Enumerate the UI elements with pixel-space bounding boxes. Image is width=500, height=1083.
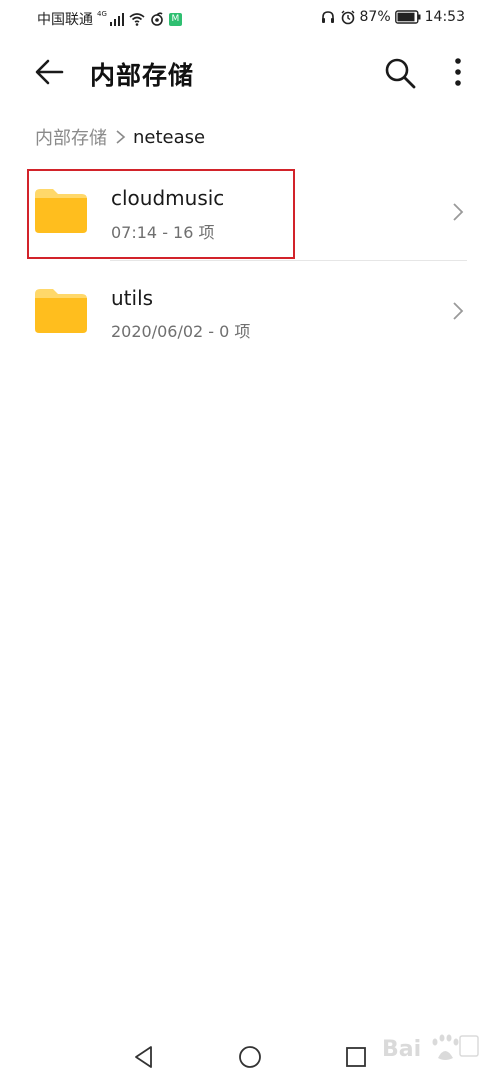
- status-right: 87% 14:53: [320, 9, 465, 25]
- more-vert-icon[interactable]: [446, 56, 470, 90]
- headphone-icon: [321, 11, 334, 23]
- folder-meta: 07:14 - 16 项: [111, 223, 215, 242]
- baidu-watermark-logo: Bai: [382, 1034, 479, 1062]
- breadcrumb-root[interactable]: 内部存储: [35, 124, 107, 150]
- status-bar: 中国联通 4G M 87% 14:53: [0, 0, 500, 34]
- folder-icon: [35, 189, 87, 233]
- clock-time: 14:53: [424, 9, 465, 25]
- list-divider: [110, 260, 467, 261]
- wifi-icon: [129, 13, 145, 26]
- breadcrumb: 内部存储 netease: [35, 124, 205, 150]
- mi-notification-icon: M: [168, 12, 182, 26]
- folder-icon: [35, 289, 87, 333]
- battery-icon: [394, 10, 421, 24]
- folder-name: cloudmusic: [111, 186, 225, 210]
- carrier-label: 中国联通: [37, 12, 93, 28]
- battery-percent: 87%: [359, 9, 391, 25]
- breadcrumb-current: netease: [133, 126, 206, 148]
- folder-meta: 2020/06/02 - 0 项: [111, 322, 251, 341]
- status-left: 中国联通 4G M: [37, 9, 182, 29]
- network-type-label: 4G: [97, 10, 107, 18]
- svg-text:Bai: Bai: [382, 1037, 421, 1062]
- nav-back-icon[interactable]: [131, 1044, 157, 1070]
- back-arrow-icon[interactable]: [32, 54, 68, 90]
- alarm-icon: [341, 10, 355, 25]
- chevron-right-icon: [453, 203, 464, 221]
- swirl-app-icon: [151, 12, 163, 26]
- page-title: 内部存储: [90, 61, 195, 90]
- list-item-utils[interactable]: utils 2020/06/02 - 0 项: [0, 263, 500, 363]
- folder-name: utils: [111, 286, 154, 310]
- signal-icon: [109, 13, 124, 26]
- nav-recents-icon[interactable]: [343, 1044, 369, 1070]
- nav-home-icon[interactable]: [237, 1044, 263, 1070]
- app-bar: 内部存储: [0, 40, 500, 106]
- chevron-right-icon: [116, 130, 126, 144]
- search-icon[interactable]: [383, 56, 417, 90]
- chevron-right-icon: [453, 302, 464, 320]
- list-item-cloudmusic[interactable]: cloudmusic 07:14 - 16 项: [0, 166, 500, 263]
- file-list: cloudmusic 07:14 - 16 项 utils 2020/06/02…: [0, 166, 500, 363]
